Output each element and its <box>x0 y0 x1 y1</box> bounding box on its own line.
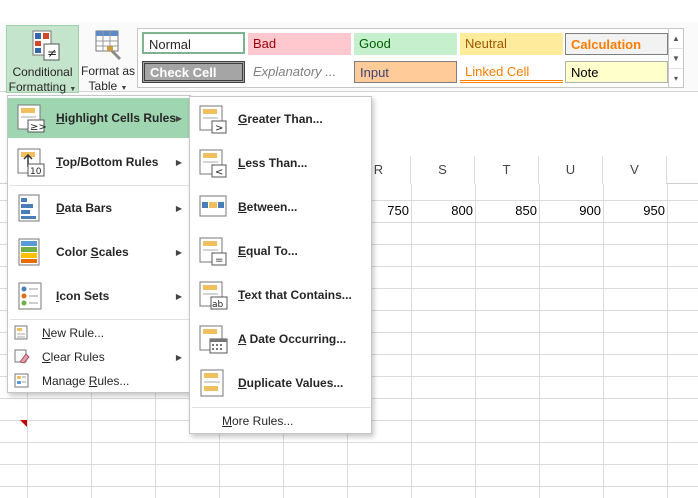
menu-item-highlight-cells-rules[interactable]: ≥> Highlight Cells Rules ▶ <box>8 98 190 138</box>
scroll-up-icon[interactable]: ▲ <box>669 29 683 49</box>
caret-down-icon: ▼ <box>120 85 128 92</box>
format-as-table-label-2: Table <box>88 79 118 93</box>
gallery-scroll: ▲ ▼ ▾ <box>669 28 684 88</box>
ribbon: ≠ Conditional Formatting ▼ Format as Tab… <box>0 0 698 94</box>
submenu-item-duplicate-values[interactable]: Duplicate Values... <box>190 363 371 403</box>
equal-to-icon: = <box>198 236 228 266</box>
submenu-item-label: Text that Contains... <box>238 288 352 302</box>
eraser-icon <box>14 349 30 365</box>
cell-u-value[interactable]: 900 <box>539 200 601 222</box>
style-explanatory[interactable]: Explanatory ... <box>248 61 351 83</box>
submenu-item-more-rules[interactable]: More Rules... <box>190 410 371 432</box>
conditional-formatting-label-1: Conditional <box>12 65 73 79</box>
caret-down-icon: ▼ <box>69 86 77 93</box>
color-scales-icon <box>16 237 46 267</box>
gallery-more-icon[interactable]: ▾ <box>669 69 683 89</box>
menu-item-label: Data Bars <box>56 201 113 215</box>
calendar-icon <box>198 324 228 354</box>
submenu-item-label: Less Than... <box>238 156 308 170</box>
submenu-item-label: More Rules... <box>222 414 294 428</box>
menu-item-color-scales[interactable]: Color Scales ▶ <box>8 232 190 272</box>
conditional-formatting-label-2: Formatting <box>8 80 67 94</box>
column-header-u[interactable]: U <box>539 156 603 184</box>
comment-indicator-icon <box>20 420 27 427</box>
chevron-right-icon: ▶ <box>175 157 182 167</box>
svg-text:=: = <box>215 255 223 266</box>
style-good[interactable]: Good <box>354 33 457 55</box>
svg-text:10: 10 <box>30 167 42 177</box>
top-bottom-rules-icon: 10 <box>16 147 46 177</box>
menu-item-label: Color Scales <box>56 245 129 259</box>
new-rule-icon <box>14 325 30 341</box>
svg-text:>: > <box>215 123 223 134</box>
menu-item-label: Manage Rules... <box>42 374 130 388</box>
column-header-s[interactable]: S <box>411 156 475 184</box>
ribbon-top <box>0 0 698 22</box>
submenu-item-between[interactable]: Between... <box>190 187 371 227</box>
svg-text:≠: ≠ <box>47 46 57 60</box>
menu-item-label: Top/Bottom Rules <box>56 155 159 169</box>
svg-text:<: < <box>215 167 223 178</box>
column-header-t[interactable]: T <box>475 156 539 184</box>
style-neutral[interactable]: Neutral <box>460 33 563 55</box>
submenu-item-label: Between... <box>238 200 298 214</box>
column-header-v[interactable]: V <box>603 156 667 184</box>
submenu-item-label: A Date Occurring... <box>238 332 347 346</box>
svg-text:ab: ab <box>212 300 224 310</box>
menu-item-icon-sets[interactable]: Icon Sets ▶ <box>8 276 190 316</box>
style-check-cell[interactable]: Check Cell <box>142 61 245 83</box>
style-calculation[interactable]: Calculation <box>565 33 668 55</box>
submenu-item-label: Duplicate Values... <box>238 376 344 390</box>
greater-than-icon: > <box>198 104 228 134</box>
between-icon <box>198 192 228 222</box>
style-bad[interactable]: Bad <box>248 33 351 55</box>
cell-s-value[interactable]: 800 <box>411 200 473 222</box>
conditional-formatting-icon: ≠ <box>26 29 60 63</box>
format-as-table-icon <box>91 28 125 62</box>
less-than-icon: < <box>198 148 228 178</box>
style-normal[interactable]: Normal <box>142 32 245 54</box>
svg-text:≥>: ≥> <box>30 122 46 133</box>
style-linked-cell[interactable]: Linked Cell <box>460 61 563 83</box>
menu-item-new-rule[interactable]: New Rule... <box>8 322 190 344</box>
conditional-formatting-button[interactable]: ≠ Conditional Formatting ▼ <box>6 25 79 94</box>
submenu-item-label: Greater Than... <box>238 112 323 126</box>
menu-item-top-bottom-rules[interactable]: 10 Top/Bottom Rules ▶ <box>8 142 190 182</box>
style-note[interactable]: Note <box>565 61 668 83</box>
cell-styles-gallery: Normal Bad Good Neutral Calculation Chec… <box>137 28 669 88</box>
chevron-right-icon: ▶ <box>175 247 182 257</box>
menu-item-label: Highlight Cells Rules <box>56 111 177 125</box>
manage-rules-icon <box>14 373 30 389</box>
conditional-formatting-menu: ≥> Highlight Cells Rules ▶ 10 Top/Bottom… <box>7 95 191 393</box>
duplicate-values-icon <box>198 368 228 398</box>
submenu-item-date-occurring[interactable]: A Date Occurring... <box>190 319 371 359</box>
menu-item-manage-rules[interactable]: Manage Rules... <box>8 370 190 392</box>
submenu-item-greater-than[interactable]: > Greater Than... <box>190 99 371 139</box>
text-contains-icon: ab <box>198 280 228 310</box>
submenu-item-label: Equal To... <box>238 244 298 258</box>
format-as-table-label-1: Format as <box>80 64 135 78</box>
icon-sets-icon <box>16 281 46 311</box>
highlight-cells-rules-submenu: > Greater Than... < Less Than... Between… <box>189 96 372 434</box>
submenu-item-less-than[interactable]: < Less Than... <box>190 143 371 183</box>
chevron-right-icon: ▶ <box>175 352 182 362</box>
cell-t-value[interactable]: 850 <box>475 200 537 222</box>
data-bars-icon <box>16 193 46 223</box>
highlight-cells-rules-icon: ≥> <box>16 103 47 133</box>
chevron-right-icon: ▶ <box>175 291 182 301</box>
menu-item-label: New Rule... <box>42 326 105 340</box>
chevron-right-icon: ▶ <box>175 203 182 213</box>
submenu-item-equal-to[interactable]: = Equal To... <box>190 231 371 271</box>
menu-item-clear-rules[interactable]: Clear Rules ▶ <box>8 346 190 368</box>
scroll-down-icon[interactable]: ▼ <box>669 49 683 69</box>
format-as-table-button[interactable]: Format as Table ▼ <box>80 25 136 93</box>
submenu-item-text-contains[interactable]: ab Text that Contains... <box>190 275 371 315</box>
style-input[interactable]: Input <box>354 61 457 83</box>
menu-item-label: Icon Sets <box>56 289 110 303</box>
menu-item-label: Clear Rules <box>42 350 105 364</box>
cell-v-value[interactable]: 950 <box>603 200 665 222</box>
chevron-right-icon: ▶ <box>175 113 182 123</box>
menu-item-data-bars[interactable]: Data Bars ▶ <box>8 188 190 228</box>
